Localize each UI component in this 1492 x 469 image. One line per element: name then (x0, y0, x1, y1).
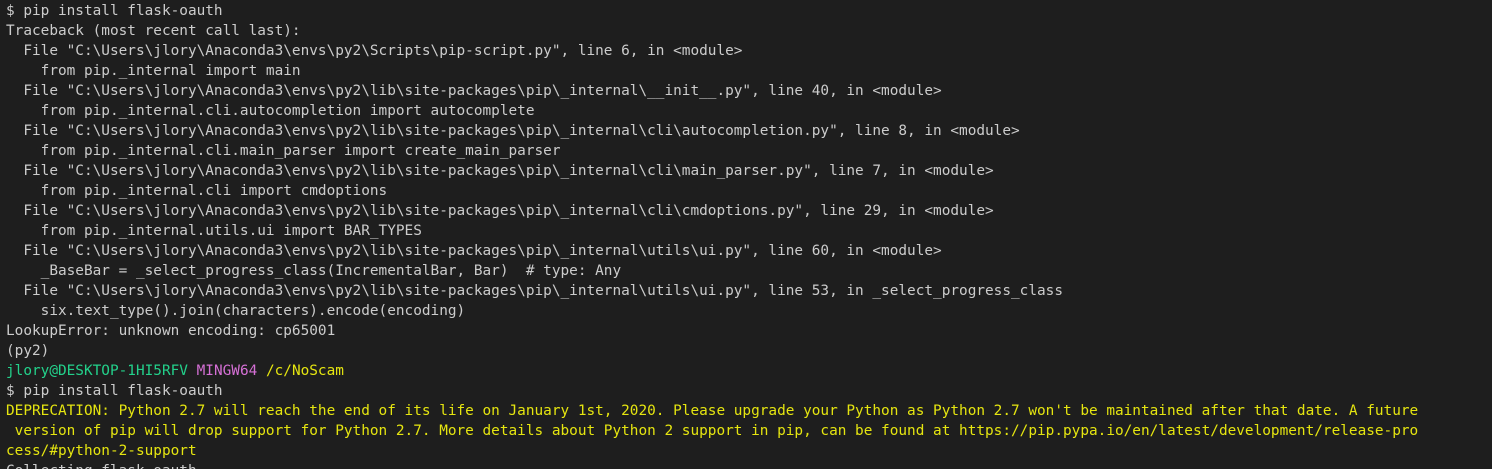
deprecation-warning: version of pip will drop support for Pyt… (6, 423, 1419, 439)
traceback-code-line: from pip._internal.cli import cmdoptions (6, 183, 388, 199)
command-line: $ pip install flask-oauth (6, 383, 223, 399)
traceback-header: Traceback (most recent call last): (6, 23, 301, 39)
shell-prompt: jlory@DESKTOP-1HI5RFV MINGW64 /c/NoScam (6, 361, 1492, 381)
traceback-code-line: six.text_type().join(characters).encode(… (6, 303, 466, 319)
prompt-user-host: jlory@DESKTOP-1HI5RFV (6, 363, 188, 379)
error-message: LookupError: unknown encoding: cp65001 (6, 323, 336, 339)
deprecation-warning: cess/#python-2-support (6, 443, 197, 459)
traceback-file-line: File "C:\Users\jlory\Anaconda3\envs\py2\… (6, 43, 743, 59)
traceback-code-line: from pip._internal.cli.main_parser impor… (6, 143, 561, 159)
deprecation-warning: DEPRECATION: Python 2.7 will reach the e… (6, 403, 1419, 419)
traceback-code-line: from pip._internal import main (6, 63, 301, 79)
traceback-file-line: File "C:\Users\jlory\Anaconda3\envs\py2\… (6, 283, 1063, 299)
output-line: Collecting flask-oauth (6, 461, 1492, 469)
traceback-file-line: File "C:\Users\jlory\Anaconda3\envs\py2\… (6, 83, 942, 99)
traceback-code-line: from pip._internal.utils.ui import BAR_T… (6, 223, 422, 239)
traceback-file-line: File "C:\Users\jlory\Anaconda3\envs\py2\… (6, 203, 994, 219)
command-line: $ pip install flask-oauth (6, 3, 223, 19)
prompt-path: /c/NoScam (265, 363, 344, 379)
traceback-file-line: File "C:\Users\jlory\Anaconda3\envs\py2\… (6, 123, 1020, 139)
traceback-code-line: from pip._internal.cli.autocompletion im… (6, 103, 535, 119)
traceback-code-line: _BaseBar = _select_progress_class(Increm… (6, 263, 622, 279)
traceback-file-line: File "C:\Users\jlory\Anaconda3\envs\py2\… (6, 163, 994, 179)
prompt-system: MINGW64 (196, 363, 258, 379)
traceback-file-line: File "C:\Users\jlory\Anaconda3\envs\py2\… (6, 243, 942, 259)
conda-env-label: (py2) (6, 343, 50, 359)
terminal-window[interactable]: $ pip install flask-oauth Traceback (mos… (0, 0, 1492, 469)
